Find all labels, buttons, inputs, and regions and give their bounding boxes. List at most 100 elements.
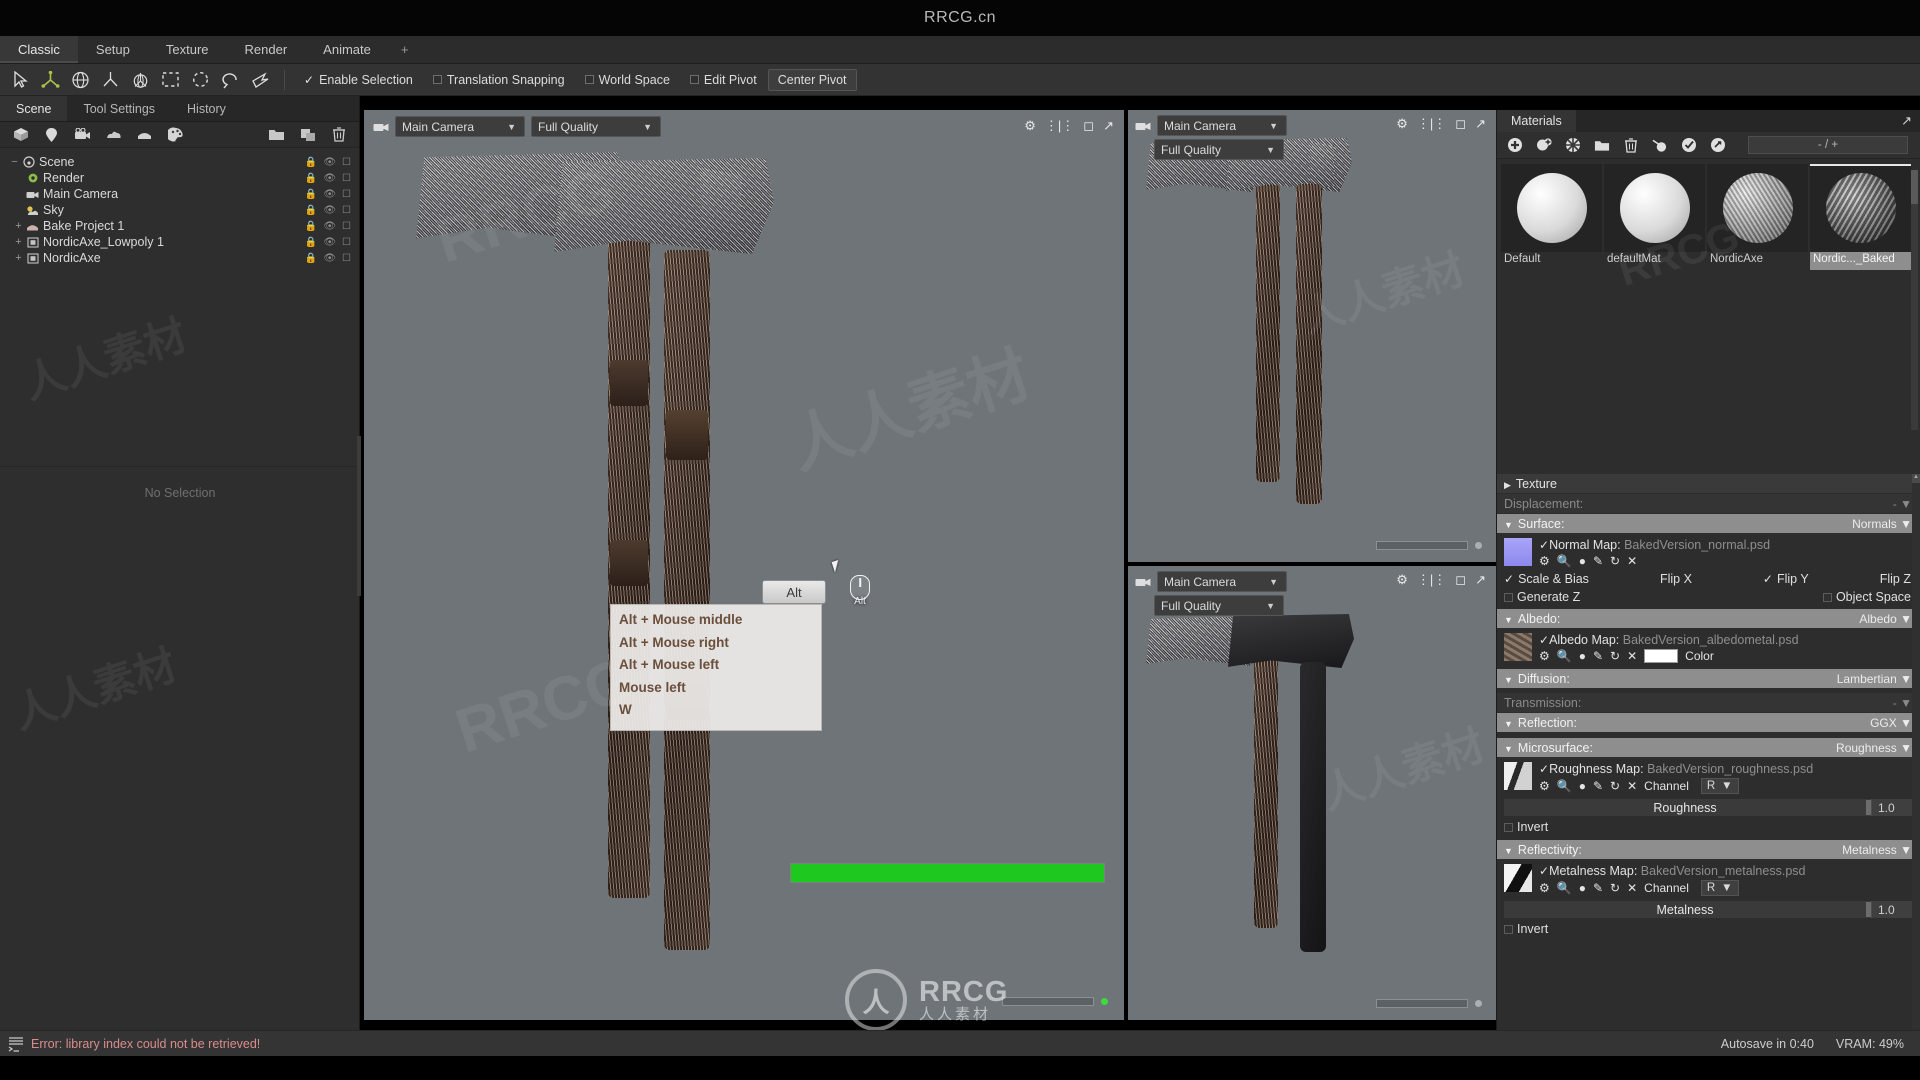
- enable-selection-toggle[interactable]: ✓ Enable Selection: [295, 69, 422, 91]
- tree-item-scene[interactable]: − Scene 🔒 👁 ☐: [0, 154, 359, 170]
- eye-icon[interactable]: 👁: [323, 237, 336, 248]
- tree-row-controls[interactable]: 🔒 👁 ☐: [305, 189, 351, 200]
- tree-item-render[interactable]: Render 🔒 👁 ☐: [0, 170, 359, 186]
- tab-tool-settings[interactable]: Tool Settings: [67, 96, 171, 121]
- quality-select[interactable]: Full Quality ▼: [1154, 595, 1284, 616]
- folder-icon[interactable]: [1594, 137, 1610, 153]
- lock-icon[interactable]: 🔒: [305, 221, 317, 232]
- metalness-invert-toggle[interactable]: Invert: [1497, 920, 1920, 938]
- split-view-icon[interactable]: ⋮|⋮: [1045, 118, 1074, 134]
- property-section-microsurface[interactable]: ▼ Microsurface: Roughness ▼: [1497, 738, 1920, 757]
- lasso-marquee-icon[interactable]: [216, 67, 244, 93]
- center-pivot-button[interactable]: Center Pivot: [767, 68, 857, 91]
- rotate-gizmo-icon[interactable]: [66, 67, 94, 93]
- pencil-icon[interactable]: ✎: [1593, 649, 1603, 663]
- assign-icon[interactable]: [1652, 137, 1668, 153]
- link-icon[interactable]: [1710, 137, 1726, 153]
- edit-pivot-toggle[interactable]: Edit Pivot: [681, 69, 766, 91]
- tree-row-controls[interactable]: 🔒 👁 ☐: [305, 237, 351, 248]
- property-section-transmission[interactable]: Transmission: - ▼: [1497, 693, 1920, 712]
- folder-icon[interactable]: [268, 126, 285, 143]
- panel-splitter[interactable]: [357, 436, 361, 596]
- viewport-right-bottom-quality[interactable]: Full Quality ▼: [1154, 595, 1284, 616]
- viewport-main-camera-controls[interactable]: Main Camera ▼ Full Quality ▼: [372, 116, 661, 137]
- tab-add[interactable]: +: [389, 36, 421, 63]
- viewport-right-bottom-camera-controls[interactable]: Main Camera ▼: [1134, 571, 1287, 592]
- reload-icon[interactable]: ↻: [1610, 881, 1620, 895]
- search-icon[interactable]: 🔍: [1557, 554, 1572, 568]
- flip-z-toggle[interactable]: Flip Z: [1880, 572, 1911, 586]
- check-circle-icon[interactable]: [1681, 137, 1697, 153]
- popout-icon[interactable]: ↗: [1475, 116, 1486, 132]
- roughness-slider-value[interactable]: 1.0: [1871, 799, 1915, 816]
- scale-bias-toggle[interactable]: ✓ Scale & Bias: [1504, 572, 1589, 586]
- slider-track[interactable]: [1376, 999, 1468, 1008]
- gear-icon[interactable]: ⚙: [1539, 649, 1550, 663]
- viewport-right-bottom[interactable]: Main Camera ▼ Full Quality ▼ ⚙ ⋮|⋮ ◻ ↗ 人…: [1128, 566, 1496, 1020]
- viewport-right-top-camera-controls[interactable]: Main Camera ▼: [1134, 115, 1287, 136]
- lock-icon[interactable]: 🔒: [305, 157, 317, 168]
- camera-select[interactable]: Main Camera ▼: [1157, 115, 1287, 136]
- check-icon[interactable]: ✓: [1539, 864, 1549, 878]
- search-icon[interactable]: 🔍: [1557, 881, 1572, 895]
- search-icon[interactable]: 🔍: [1557, 779, 1572, 793]
- search-icon[interactable]: 🔍: [1557, 649, 1572, 663]
- material-grid-scrollbar[interactable]: [1911, 170, 1918, 430]
- transform-gizmo-icon[interactable]: [126, 67, 154, 93]
- eye-icon[interactable]: 👁: [323, 205, 336, 216]
- metalness-map-thumbnail[interactable]: [1504, 864, 1532, 892]
- eyedropper-icon[interactable]: ●: [1579, 554, 1586, 568]
- roughness-invert-toggle[interactable]: Invert: [1497, 818, 1920, 836]
- trash-icon[interactable]: [330, 126, 347, 143]
- expander-icon[interactable]: +: [12, 236, 25, 248]
- tab-scene[interactable]: Scene: [0, 96, 68, 121]
- box-icon[interactable]: ☐: [342, 237, 351, 248]
- property-section-surface[interactable]: ▼ Surface: Normals ▼: [1497, 514, 1920, 533]
- scale-gizmo-icon[interactable]: [96, 67, 124, 93]
- polygon-lasso-icon[interactable]: [246, 67, 274, 93]
- eye-icon[interactable]: 👁: [323, 221, 336, 232]
- check-icon[interactable]: ✓: [1539, 762, 1549, 776]
- property-section-diffusion[interactable]: ▼ Diffusion: Lambertian ▼: [1497, 669, 1920, 688]
- maximize-icon[interactable]: ◻: [1083, 118, 1094, 134]
- reload-icon[interactable]: ↻: [1610, 649, 1620, 663]
- reload-icon[interactable]: ↻: [1610, 554, 1620, 568]
- add-mesh-icon[interactable]: [12, 126, 29, 143]
- console-icon[interactable]: [8, 1036, 24, 1052]
- duplicate-icon[interactable]: [299, 126, 316, 143]
- normal-map-thumbnail[interactable]: [1504, 538, 1532, 566]
- add-light-icon[interactable]: [43, 126, 60, 143]
- lock-icon[interactable]: 🔒: [305, 173, 317, 184]
- settings-gear-icon[interactable]: ⚙: [1396, 572, 1408, 588]
- pencil-icon[interactable]: ✎: [1593, 779, 1603, 793]
- duplicate-material-icon[interactable]: [1536, 137, 1552, 153]
- tab-classic[interactable]: Classic: [0, 36, 78, 63]
- roughness-channel-select[interactable]: R ▼: [1700, 778, 1739, 794]
- rect-marquee-icon[interactable]: [156, 67, 184, 93]
- tree-item-nordicaxe[interactable]: + NordicAxe 🔒 👁 ☐: [0, 250, 359, 266]
- scroll-up-arrow[interactable]: ▲: [1912, 474, 1920, 483]
- metalness-slider-value[interactable]: 1.0: [1871, 901, 1915, 918]
- translation-snapping-toggle[interactable]: Translation Snapping: [424, 69, 574, 91]
- properties-scrollbar[interactable]: ▲: [1912, 474, 1920, 1030]
- lock-icon[interactable]: 🔒: [305, 237, 317, 248]
- eyedropper-icon[interactable]: ●: [1579, 779, 1586, 793]
- viewport-right-bottom-slider[interactable]: [1376, 999, 1482, 1008]
- tree-item-nordicaxe-lowpoly-1[interactable]: + NordicAxe_Lowpoly 1 🔒 👁 ☐: [0, 234, 359, 250]
- expander-icon[interactable]: −: [8, 156, 21, 168]
- trash-icon[interactable]: [1623, 137, 1639, 153]
- property-section-reflectivity[interactable]: ▼ Reflectivity: Metalness ▼: [1497, 840, 1920, 859]
- split-view-icon[interactable]: ⋮|⋮: [1417, 572, 1446, 588]
- gear-icon[interactable]: ⚙: [1539, 881, 1550, 895]
- box-icon[interactable]: ☐: [342, 173, 351, 184]
- tab-animate[interactable]: Animate: [305, 36, 389, 63]
- viewport-right-bottom-tools[interactable]: ⚙ ⋮|⋮ ◻ ↗: [1396, 572, 1486, 588]
- settings-gear-icon[interactable]: ⚙: [1396, 116, 1408, 132]
- viewport-right-top-quality[interactable]: Full Quality ▼: [1154, 139, 1284, 160]
- add-bake-icon[interactable]: [136, 126, 153, 143]
- maximize-icon[interactable]: ◻: [1455, 116, 1466, 132]
- quality-select[interactable]: Full Quality ▼: [1154, 139, 1284, 160]
- popout-icon[interactable]: ↗: [1901, 113, 1912, 129]
- maximize-icon[interactable]: ◻: [1455, 572, 1466, 588]
- add-material-icon[interactable]: [1507, 137, 1523, 153]
